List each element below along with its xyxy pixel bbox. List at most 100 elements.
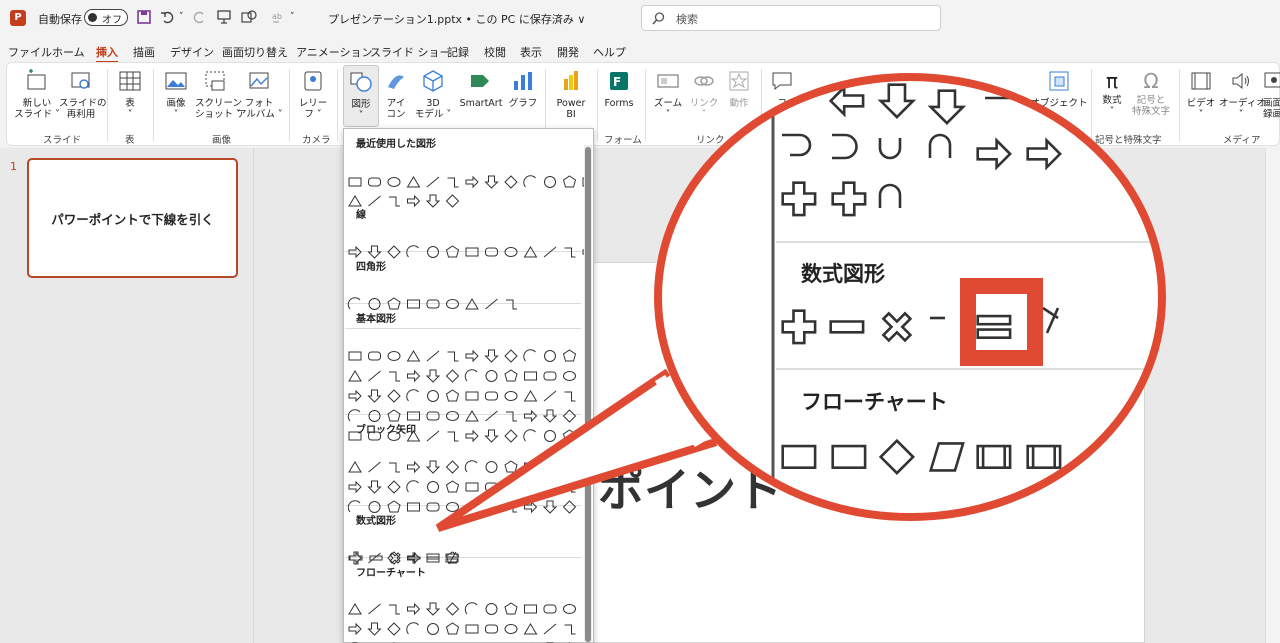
- triangle-shape[interactable]: [465, 298, 479, 310]
- elbow-connector-shape[interactable]: [564, 391, 576, 402]
- elbow-connector-shape[interactable]: [506, 299, 517, 310]
- 3d-model-button[interactable]: 3D モデル ˅: [413, 69, 453, 120]
- scrollbar-thumb[interactable]: [585, 147, 591, 642]
- slide-canvas[interactable]: [545, 262, 1145, 643]
- diamond-shape[interactable]: [445, 460, 460, 474]
- line-shape[interactable]: [543, 481, 557, 493]
- down-arrow-shape[interactable]: [425, 369, 441, 383]
- rounded-rectangle-shape[interactable]: [426, 299, 440, 309]
- rectangle-shape[interactable]: [407, 299, 420, 309]
- oval-shape[interactable]: [446, 411, 459, 421]
- rectangle-shape[interactable]: [465, 391, 479, 401]
- right-arrow-shape[interactable]: [348, 480, 362, 494]
- object-button[interactable]: オブジェクト: [1029, 69, 1089, 109]
- right-arrow-shape[interactable]: [348, 622, 362, 636]
- oval-shape[interactable]: [446, 299, 459, 309]
- circle-shape[interactable]: [427, 390, 439, 402]
- elbow-connector-shape[interactable]: [564, 482, 576, 493]
- chart-button[interactable]: グラフ: [507, 69, 539, 109]
- new-slide-button[interactable]: 新しい スライド ˅: [13, 69, 61, 120]
- slide-title-text[interactable]: ポイント: [598, 454, 782, 520]
- circle-shape[interactable]: [368, 501, 381, 513]
- right-arrow-shape[interactable]: [407, 369, 421, 383]
- tab-view[interactable]: 表示: [520, 44, 542, 60]
- qat-more-icon[interactable]: ˅: [290, 12, 295, 22]
- rectangle-shape[interactable]: [465, 624, 479, 634]
- circle-shape[interactable]: [485, 461, 498, 473]
- slide-thumbnail-1[interactable]: パワーポイントで下線を引く: [27, 158, 238, 278]
- audio-button[interactable]: オーディオ ˅: [1219, 69, 1266, 120]
- down-arrow-shape[interactable]: [425, 460, 441, 474]
- diamond-shape[interactable]: [445, 369, 460, 383]
- circle-shape[interactable]: [368, 298, 381, 310]
- smartart-button[interactable]: SmartArt: [455, 69, 507, 109]
- pentagon-shape[interactable]: [504, 369, 518, 382]
- diamond-shape[interactable]: [562, 500, 577, 514]
- rounded-rectangle-shape[interactable]: [485, 247, 498, 257]
- rectangle-shape[interactable]: [348, 351, 362, 361]
- tab-file[interactable]: ファイル: [8, 44, 52, 60]
- line-shape[interactable]: [485, 410, 498, 422]
- arc-shape[interactable]: [523, 429, 536, 442]
- arc-shape[interactable]: [406, 622, 419, 635]
- diamond-shape[interactable]: [562, 409, 577, 423]
- right-arrow-shape[interactable]: [348, 389, 362, 403]
- right-arrow-shape[interactable]: [348, 551, 362, 565]
- down-arrow-shape[interactable]: [484, 175, 499, 189]
- forms-button[interactable]: F Forms: [601, 69, 637, 109]
- down-arrow-shape[interactable]: [484, 349, 499, 363]
- screen-recording-button[interactable]: 画面 録画: [1263, 69, 1280, 120]
- right-arrow-shape[interactable]: [465, 175, 479, 189]
- pentagon-shape[interactable]: [387, 409, 401, 422]
- rectangle-shape[interactable]: [465, 247, 479, 257]
- icons-button[interactable]: アイ コン: [381, 69, 411, 120]
- oval-shape[interactable]: [387, 351, 401, 361]
- arc-shape[interactable]: [406, 480, 419, 493]
- arc-shape[interactable]: [406, 389, 419, 402]
- shape-tool-icon[interactable]: [240, 9, 262, 25]
- arc-shape[interactable]: [464, 369, 478, 382]
- elbow-connector-shape[interactable]: [506, 411, 517, 422]
- autosave-toggle[interactable]: オフ: [84, 9, 128, 26]
- shapes-button[interactable]: 図形 ˅: [343, 65, 379, 127]
- line-shape[interactable]: [368, 370, 381, 382]
- rounded-rectangle-shape[interactable]: [485, 624, 498, 634]
- oval-shape[interactable]: [504, 247, 518, 257]
- rectangle-shape[interactable]: [407, 502, 420, 512]
- pentagon-shape[interactable]: [445, 480, 460, 493]
- rounded-rectangle-shape[interactable]: [543, 371, 557, 381]
- circle-shape[interactable]: [368, 410, 381, 422]
- right-arrow-shape[interactable]: [465, 349, 479, 363]
- oval-shape[interactable]: [563, 371, 576, 381]
- equation-shapes-row[interactable]: [349, 551, 459, 565]
- triangle-shape[interactable]: [348, 370, 362, 382]
- down-arrow-shape[interactable]: [425, 194, 441, 208]
- line-shape[interactable]: [426, 430, 440, 442]
- diamond-shape[interactable]: [387, 245, 401, 259]
- dropdown-scrollbar[interactable]: [584, 145, 592, 642]
- equal-shape[interactable]: [426, 553, 440, 563]
- not-equal-shape[interactable]: [445, 551, 459, 565]
- triangle-shape[interactable]: [348, 461, 362, 473]
- triangle-shape[interactable]: [348, 195, 362, 207]
- arc-shape[interactable]: [406, 245, 419, 258]
- right-arrow-shape[interactable]: [465, 429, 479, 443]
- diamond-shape[interactable]: [387, 389, 401, 403]
- arc-shape[interactable]: [464, 602, 478, 615]
- pentagon-shape[interactable]: [562, 349, 577, 362]
- diamond-shape[interactable]: [504, 349, 518, 363]
- elbow-connector-shape[interactable]: [447, 351, 459, 362]
- oval-shape[interactable]: [504, 482, 518, 492]
- pentagon-shape[interactable]: [445, 245, 460, 258]
- rounded-rectangle-shape[interactable]: [368, 431, 381, 441]
- diamond-shape[interactable]: [387, 622, 401, 636]
- rectangle-shape[interactable]: [524, 371, 537, 381]
- redo-icon[interactable]: [193, 10, 207, 24]
- tab-draw[interactable]: 描画: [133, 44, 155, 60]
- tab-record[interactable]: 記録: [447, 44, 469, 60]
- symbol-button[interactable]: Ω 記号と 特殊文字: [1127, 69, 1175, 117]
- oval-shape[interactable]: [563, 462, 576, 472]
- shape-gallery[interactable]: [344, 129, 584, 643]
- triangle-shape[interactable]: [465, 410, 479, 422]
- rounded-rectangle-shape[interactable]: [426, 502, 440, 512]
